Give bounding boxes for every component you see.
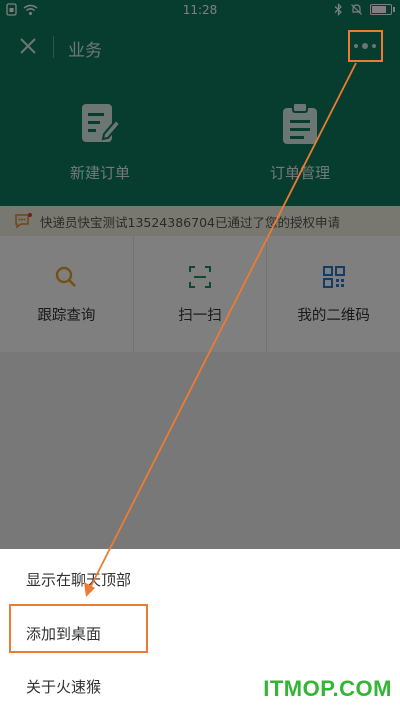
menu-item-pin-to-top[interactable]: 显示在聊天顶部 [26, 569, 131, 590]
highlight-box-more [348, 30, 383, 62]
dim-overlay[interactable] [0, 0, 400, 549]
watermark-text: ITMOP.COM [263, 676, 392, 701]
highlight-box-add-to-desktop [9, 604, 148, 653]
menu-item-about[interactable]: 关于火速猴 [26, 676, 101, 697]
